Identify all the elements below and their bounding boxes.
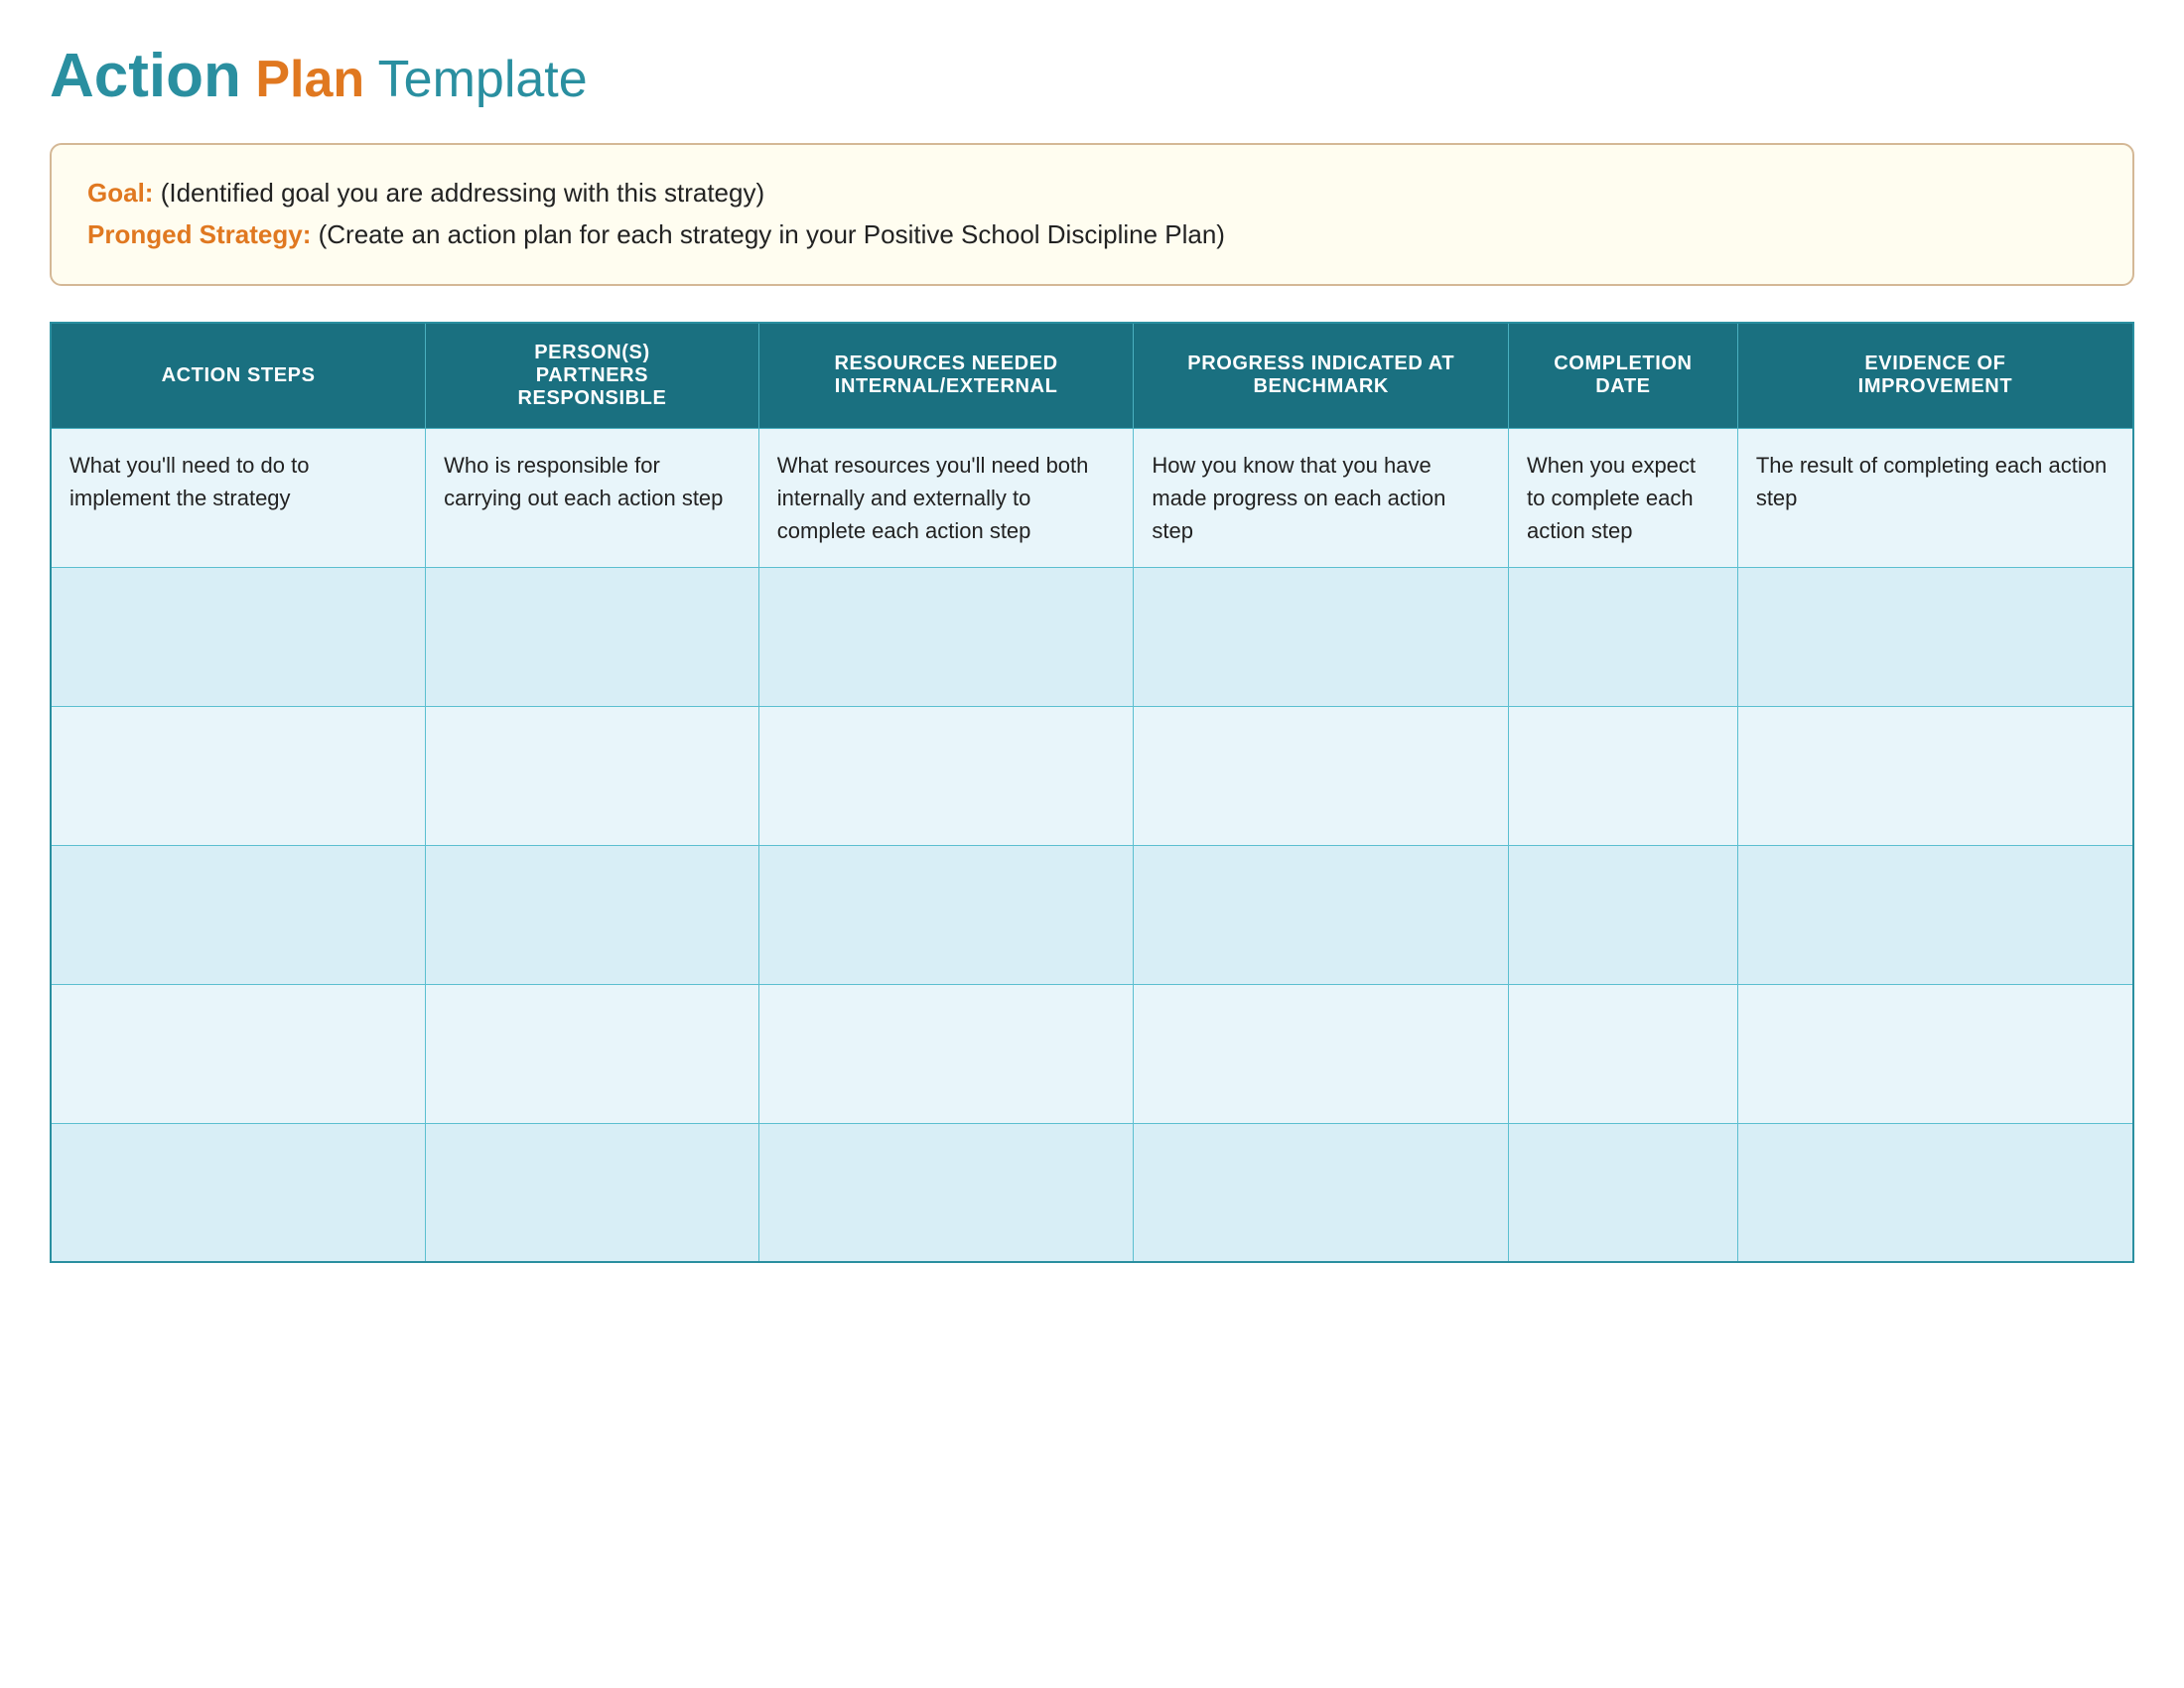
header-persons-responsible: PERSON(S)PARTNERSRESPONSIBLE bbox=[426, 323, 759, 429]
empty-cell bbox=[1737, 984, 2133, 1123]
empty-cell bbox=[1509, 984, 1738, 1123]
header-completion-date: COMPLETIONDATE bbox=[1509, 323, 1738, 429]
empty-cell bbox=[1737, 845, 2133, 984]
header-evidence-improvement: EVIDENCE OFIMPROVEMENT bbox=[1737, 323, 2133, 429]
action-plan-table: ACTION STEPS PERSON(S)PARTNERSRESPONSIBL… bbox=[50, 322, 2134, 1264]
empty-cell bbox=[1509, 706, 1738, 845]
desc-persons: Who is responsible for carrying out each… bbox=[426, 428, 759, 567]
empty-cell bbox=[426, 706, 759, 845]
goal-label: Goal: bbox=[87, 178, 153, 208]
empty-cell bbox=[1737, 706, 2133, 845]
empty-cell bbox=[426, 984, 759, 1123]
empty-cell bbox=[758, 706, 1134, 845]
empty-cell bbox=[1134, 1123, 1509, 1262]
empty-cell bbox=[758, 1123, 1134, 1262]
pronged-label: Pronged Strategy: bbox=[87, 219, 311, 249]
empty-cell bbox=[1509, 845, 1738, 984]
page-title: Action Plan Template bbox=[50, 40, 2134, 113]
table-row bbox=[51, 845, 2133, 984]
empty-cell bbox=[1509, 567, 1738, 706]
empty-cell bbox=[51, 984, 426, 1123]
goal-box: Goal: (Identified goal you are addressin… bbox=[50, 143, 2134, 285]
desc-resources: What resources you'll need both internal… bbox=[758, 428, 1134, 567]
empty-cell bbox=[51, 845, 426, 984]
empty-cell bbox=[51, 706, 426, 845]
desc-evidence: The result of completing each action ste… bbox=[1737, 428, 2133, 567]
header-resources-needed: RESOURCES NEEDEDINTERNAL/EXTERNAL bbox=[758, 323, 1134, 429]
header-progress-benchmark: PROGRESS INDICATED ATBENCHMARK bbox=[1134, 323, 1509, 429]
pronged-text: (Create an action plan for each strategy… bbox=[319, 219, 1225, 249]
header-action-steps: ACTION STEPS bbox=[51, 323, 426, 429]
title-plan: Plan bbox=[255, 51, 364, 108]
empty-cell bbox=[1509, 1123, 1738, 1262]
empty-cell bbox=[1737, 1123, 2133, 1262]
desc-progress: How you know that you have made progress… bbox=[1134, 428, 1509, 567]
table-row bbox=[51, 984, 2133, 1123]
empty-cell bbox=[758, 845, 1134, 984]
empty-cell bbox=[51, 567, 426, 706]
title-template: Template bbox=[378, 51, 588, 108]
empty-cell bbox=[1134, 706, 1509, 845]
table-row bbox=[51, 706, 2133, 845]
title-action: Action bbox=[50, 42, 241, 110]
table-desc-row: What you'll need to do to implement the … bbox=[51, 428, 2133, 567]
goal-text: (Identified goal you are addressing with… bbox=[161, 178, 764, 208]
desc-completion: When you expect to complete each action … bbox=[1509, 428, 1738, 567]
table-header-row: ACTION STEPS PERSON(S)PARTNERSRESPONSIBL… bbox=[51, 323, 2133, 429]
goal-line: Goal: (Identified goal you are addressin… bbox=[87, 173, 2097, 214]
empty-cell bbox=[426, 567, 759, 706]
empty-cell bbox=[1134, 567, 1509, 706]
empty-cell bbox=[1737, 567, 2133, 706]
empty-cell bbox=[426, 845, 759, 984]
table-row bbox=[51, 567, 2133, 706]
empty-cell bbox=[758, 567, 1134, 706]
pronged-line: Pronged Strategy: (Create an action plan… bbox=[87, 214, 2097, 256]
empty-cell bbox=[1134, 845, 1509, 984]
table-row bbox=[51, 1123, 2133, 1262]
empty-cell bbox=[758, 984, 1134, 1123]
empty-cell bbox=[51, 1123, 426, 1262]
desc-action-steps: What you'll need to do to implement the … bbox=[51, 428, 426, 567]
empty-cell bbox=[1134, 984, 1509, 1123]
empty-cell bbox=[426, 1123, 759, 1262]
